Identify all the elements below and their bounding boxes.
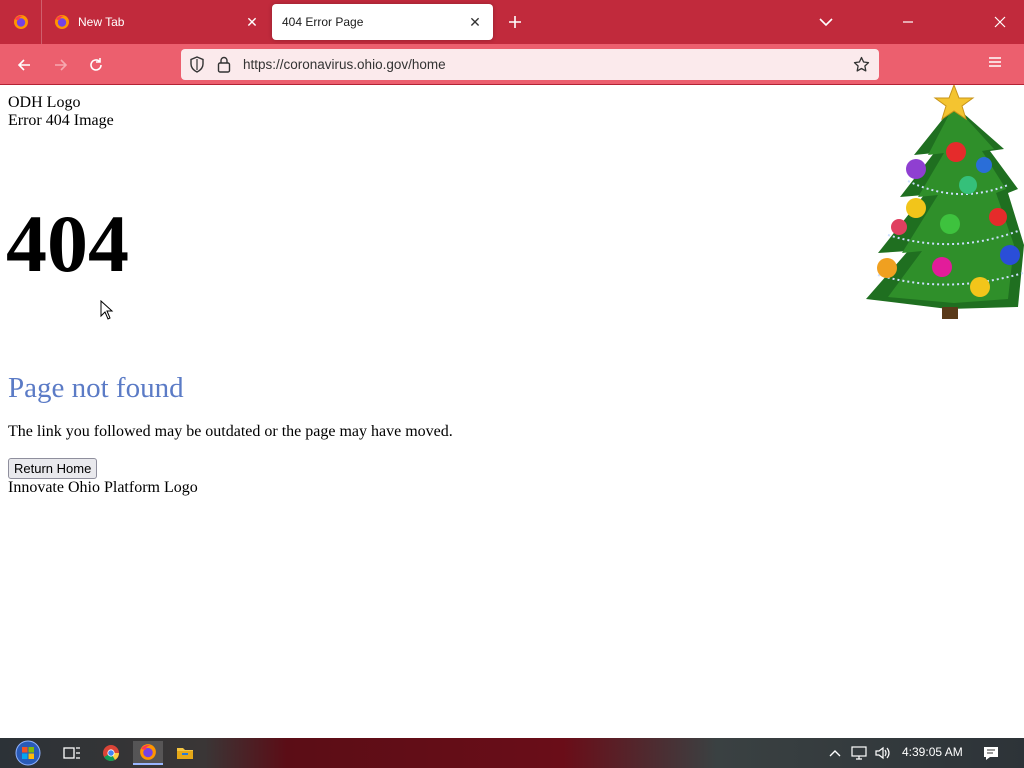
firefox-icon <box>55 15 69 29</box>
navigation-toolbar: https://coronavirus.ohio.gov/home <box>0 44 1024 85</box>
page-not-found-heading: Page not found <box>8 372 184 404</box>
error-code: 404 <box>6 198 129 289</box>
back-arrow-icon <box>17 59 30 71</box>
close-tab-icon[interactable]: ✕ <box>467 14 483 30</box>
action-center-button[interactable] <box>980 742 1002 764</box>
notification-icon <box>984 747 998 760</box>
start-button[interactable] <box>10 738 46 768</box>
tab-strip: New Tab ✕ 404 Error Page ✕ <box>0 0 1024 44</box>
mouse-cursor-icon <box>100 300 114 320</box>
tab-title: New Tab <box>78 15 125 29</box>
new-tab-button[interactable] <box>503 10 527 34</box>
volume-icon <box>875 746 890 760</box>
odh-logo-alt-text: ODH Logo <box>8 94 81 111</box>
show-hidden-icons-button[interactable] <box>826 742 844 764</box>
firefox-icon <box>140 744 156 760</box>
close-window-button[interactable] <box>988 10 1012 34</box>
lock-icon[interactable] <box>217 56 231 73</box>
tracking-protection-shield-icon[interactable] <box>189 56 205 73</box>
forward-arrow-icon <box>55 59 68 71</box>
return-home-button[interactable]: Return Home <box>8 458 98 479</box>
plus-icon <box>509 16 521 28</box>
app-menu-button[interactable] <box>988 55 1012 75</box>
task-view-icon <box>63 747 80 759</box>
windows-start-icon <box>15 740 41 766</box>
bookmark-star-icon[interactable] <box>853 56 870 73</box>
close-tab-icon[interactable]: ✕ <box>244 14 260 30</box>
chevron-up-icon <box>829 750 841 757</box>
firefox-icon <box>13 15 28 29</box>
firefox-taskbar-button[interactable] <box>133 741 163 765</box>
windows-taskbar: 4:39:05 AM <box>0 738 1024 768</box>
file-explorer-taskbar-button[interactable] <box>170 741 200 765</box>
chrome-icon <box>103 745 119 761</box>
back-button[interactable] <box>11 52 37 78</box>
tab-title: 404 Error Page <box>282 15 364 29</box>
chevron-down-icon <box>819 18 833 27</box>
hamburger-menu-icon <box>989 57 1001 67</box>
reload-icon <box>90 58 102 71</box>
address-bar[interactable]: https://coronavirus.ohio.gov/home <box>181 49 879 80</box>
network-tray-button[interactable] <box>850 742 870 764</box>
tab-new-tab[interactable]: New Tab ✕ <box>44 4 270 40</box>
network-icon <box>851 746 867 760</box>
close-icon <box>994 16 1006 28</box>
taskbar-clock[interactable]: 4:39:05 AM <box>902 745 963 759</box>
error-message: The link you followed may be outdated or… <box>8 423 453 440</box>
tab-404-error-page[interactable]: 404 Error Page ✕ <box>272 4 493 40</box>
innovate-ohio-logo-alt-text: Innovate Ohio Platform Logo <box>8 479 198 496</box>
minimize-window-button[interactable] <box>896 10 920 34</box>
url-text[interactable]: https://coronavirus.ohio.gov/home <box>243 57 446 72</box>
chrome-taskbar-button[interactable] <box>96 741 126 765</box>
task-view-button[interactable] <box>57 741 87 765</box>
firefox-view-button[interactable] <box>0 0 42 44</box>
reload-button[interactable] <box>83 52 109 78</box>
folder-icon <box>177 748 193 759</box>
volume-tray-button[interactable] <box>873 742 893 764</box>
error-404-image-alt-text: Error 404 Image <box>8 112 114 129</box>
page-content: ODH Logo Error 404 Image 404 Page not fo… <box>0 85 1024 738</box>
forward-button[interactable] <box>48 52 74 78</box>
christmas-tree-decoration <box>866 85 1024 319</box>
minimize-icon <box>903 21 913 23</box>
list-all-tabs-button[interactable] <box>814 10 838 34</box>
